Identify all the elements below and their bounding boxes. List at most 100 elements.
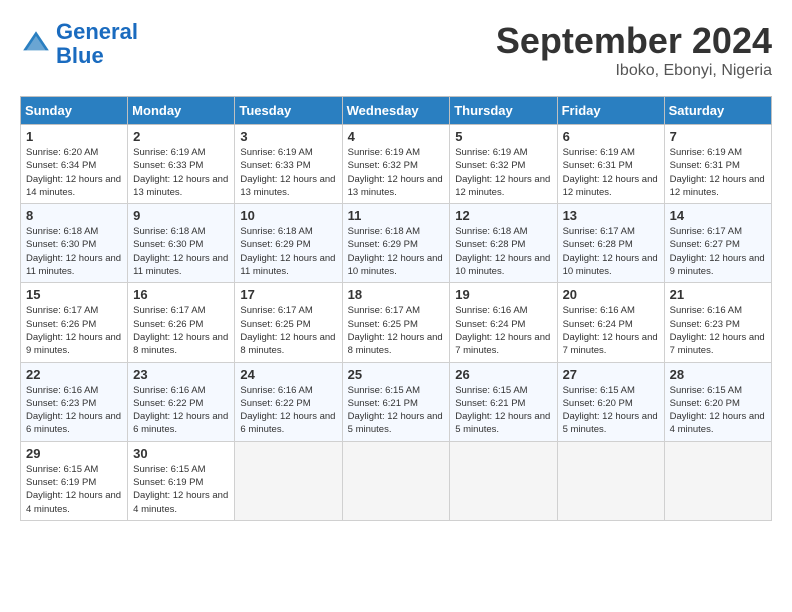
calendar-cell: 10 Sunrise: 6:18 AMSunset: 6:29 PMDayligh…	[235, 204, 342, 283]
calendar-cell	[557, 441, 664, 520]
calendar-cell: 21Sunrise: 6:16 AMSunset: 6:23 PMDayligh…	[664, 283, 771, 362]
day-header-thursday: Thursday	[450, 97, 557, 125]
cell-info: Sunrise: 6:17 AMSunset: 6:25 PMDaylight:…	[240, 304, 336, 357]
day-number: 22	[26, 367, 122, 382]
day-number: 30	[133, 446, 229, 461]
day-number: 21	[670, 287, 766, 302]
calendar-header-row: SundayMondayTuesdayWednesdayThursdayFrid…	[21, 97, 772, 125]
calendar-cell	[235, 441, 342, 520]
location: Iboko, Ebonyi, Nigeria	[496, 62, 772, 80]
cell-info: Sunrise: 6:16 AMSunset: 6:23 PMDaylight:…	[26, 384, 122, 437]
day-number: 3	[240, 129, 336, 144]
cell-info: Sunrise: 6:17 AMSunset: 6:26 PMDaylight:…	[133, 304, 229, 357]
cell-info: Sunrise: 6:17 AMSunset: 6:25 PMDaylight:…	[348, 304, 445, 357]
calendar-cell: 8 Sunrise: 6:18 AMSunset: 6:30 PMDaylight…	[21, 204, 128, 283]
calendar-cell: 1Sunrise: 6:20 AMSunset: 6:34 PMDaylight…	[21, 125, 128, 204]
day-number: 23	[133, 367, 229, 382]
calendar-cell	[450, 441, 557, 520]
day-number: 13	[563, 208, 659, 223]
cell-info: Sunrise: 6:19 AMSunset: 6:33 PMDaylight:…	[133, 146, 229, 199]
day-number: 28	[670, 367, 766, 382]
calendar-week-row: 22 Sunrise: 6:16 AMSunset: 6:23 PMDayligh…	[21, 362, 772, 441]
calendar-week-row: 15 Sunrise: 6:17 AMSunset: 6:26 PMDayligh…	[21, 283, 772, 362]
cell-info: Sunrise: 6:16 AMSunset: 6:24 PMDaylight:…	[563, 304, 659, 357]
day-number: 18	[348, 287, 445, 302]
day-number: 15	[26, 287, 122, 302]
calendar-cell: 2 Sunrise: 6:19 AMSunset: 6:33 PMDaylight…	[128, 125, 235, 204]
logo-line1: General	[56, 19, 138, 44]
calendar-week-row: 1Sunrise: 6:20 AMSunset: 6:34 PMDaylight…	[21, 125, 772, 204]
day-number: 7	[670, 129, 766, 144]
day-header-saturday: Saturday	[664, 97, 771, 125]
cell-info: Sunrise: 6:15 AMSunset: 6:20 PMDaylight:…	[563, 384, 659, 437]
calendar-cell: 9Sunrise: 6:18 AMSunset: 6:30 PMDaylight…	[128, 204, 235, 283]
calendar-cell: 15 Sunrise: 6:17 AMSunset: 6:26 PMDayligh…	[21, 283, 128, 362]
day-header-tuesday: Tuesday	[235, 97, 342, 125]
calendar-cell: 14 Sunrise: 6:17 AMSunset: 6:27 PMDayligh…	[664, 204, 771, 283]
cell-info: Sunrise: 6:18 AMSunset: 6:30 PMDaylight:…	[26, 225, 122, 278]
cell-info: Sunrise: 6:16 AMSunset: 6:24 PMDaylight:…	[455, 304, 551, 357]
cell-info: Sunrise: 6:15 AMSunset: 6:21 PMDaylight:…	[455, 384, 551, 437]
cell-info: Sunrise: 6:17 AMSunset: 6:26 PMDaylight:…	[26, 304, 122, 357]
cell-info: Sunrise: 6:18 AMSunset: 6:28 PMDaylight:…	[455, 225, 551, 278]
calendar-cell: 30 Sunrise: 6:15 AMSunset: 6:19 PMDayligh…	[128, 441, 235, 520]
logo: General Blue	[20, 20, 138, 68]
page-header: General Blue September 2024 Iboko, Ebony…	[20, 20, 772, 80]
day-header-sunday: Sunday	[21, 97, 128, 125]
cell-info: Sunrise: 6:18 AMSunset: 6:30 PMDaylight:…	[133, 225, 229, 278]
calendar-cell: 18 Sunrise: 6:17 AMSunset: 6:25 PMDayligh…	[342, 283, 450, 362]
cell-info: Sunrise: 6:19 AMSunset: 6:33 PMDaylight:…	[240, 146, 336, 199]
calendar-cell: 16 Sunrise: 6:17 AMSunset: 6:26 PMDayligh…	[128, 283, 235, 362]
day-header-friday: Friday	[557, 97, 664, 125]
calendar-cell: 19 Sunrise: 6:16 AMSunset: 6:24 PMDayligh…	[450, 283, 557, 362]
cell-info: Sunrise: 6:19 AMSunset: 6:31 PMDaylight:…	[563, 146, 659, 199]
cell-info: Sunrise: 6:18 AMSunset: 6:29 PMDaylight:…	[240, 225, 336, 278]
cell-info: Sunrise: 6:15 AMSunset: 6:21 PMDaylight:…	[348, 384, 445, 437]
day-number: 5	[455, 129, 551, 144]
month-title: September 2024	[496, 20, 772, 62]
calendar-cell	[342, 441, 450, 520]
cell-info: Sunrise: 6:19 AMSunset: 6:31 PMDaylight:…	[670, 146, 766, 199]
calendar-cell: 4Sunrise: 6:19 AMSunset: 6:32 PMDaylight…	[342, 125, 450, 204]
day-number: 19	[455, 287, 551, 302]
calendar-cell: 12 Sunrise: 6:18 AMSunset: 6:28 PMDayligh…	[450, 204, 557, 283]
day-number: 26	[455, 367, 551, 382]
cell-info: Sunrise: 6:17 AMSunset: 6:27 PMDaylight:…	[670, 225, 766, 278]
cell-info: Sunrise: 6:15 AMSunset: 6:20 PMDaylight:…	[670, 384, 766, 437]
calendar-week-row: 29 Sunrise: 6:15 AMSunset: 6:19 PMDayligh…	[21, 441, 772, 520]
calendar-cell: 23 Sunrise: 6:16 AMSunset: 6:22 PMDayligh…	[128, 362, 235, 441]
calendar-cell: 17Sunrise: 6:17 AMSunset: 6:25 PMDayligh…	[235, 283, 342, 362]
calendar-cell: 7 Sunrise: 6:19 AMSunset: 6:31 PMDaylight…	[664, 125, 771, 204]
day-number: 24	[240, 367, 336, 382]
cell-info: Sunrise: 6:16 AMSunset: 6:22 PMDaylight:…	[240, 384, 336, 437]
cell-info: Sunrise: 6:15 AMSunset: 6:19 PMDaylight:…	[26, 463, 122, 516]
calendar-table: SundayMondayTuesdayWednesdayThursdayFrid…	[20, 96, 772, 521]
calendar-cell: 29 Sunrise: 6:15 AMSunset: 6:19 PMDayligh…	[21, 441, 128, 520]
calendar-cell: 11Sunrise: 6:18 AMSunset: 6:29 PMDayligh…	[342, 204, 450, 283]
calendar-cell: 28 Sunrise: 6:15 AMSunset: 6:20 PMDayligh…	[664, 362, 771, 441]
logo-text: General Blue	[56, 20, 138, 68]
day-number: 2	[133, 129, 229, 144]
day-number: 25	[348, 367, 445, 382]
cell-info: Sunrise: 6:19 AMSunset: 6:32 PMDaylight:…	[348, 146, 445, 199]
cell-info: Sunrise: 6:15 AMSunset: 6:19 PMDaylight:…	[133, 463, 229, 516]
cell-info: Sunrise: 6:17 AMSunset: 6:28 PMDaylight:…	[563, 225, 659, 278]
day-number: 27	[563, 367, 659, 382]
calendar-cell: 27 Sunrise: 6:15 AMSunset: 6:20 PMDayligh…	[557, 362, 664, 441]
day-number: 12	[455, 208, 551, 223]
day-header-monday: Monday	[128, 97, 235, 125]
cell-info: Sunrise: 6:16 AMSunset: 6:22 PMDaylight:…	[133, 384, 229, 437]
day-number: 8	[26, 208, 122, 223]
calendar-cell: 22 Sunrise: 6:16 AMSunset: 6:23 PMDayligh…	[21, 362, 128, 441]
logo-line2: Blue	[56, 43, 104, 68]
day-header-wednesday: Wednesday	[342, 97, 450, 125]
day-number: 10	[240, 208, 336, 223]
day-number: 20	[563, 287, 659, 302]
day-number: 14	[670, 208, 766, 223]
calendar-cell	[664, 441, 771, 520]
title-block: September 2024 Iboko, Ebonyi, Nigeria	[496, 20, 772, 80]
day-number: 11	[348, 208, 445, 223]
cell-info: Sunrise: 6:19 AMSunset: 6:32 PMDaylight:…	[455, 146, 551, 199]
day-number: 29	[26, 446, 122, 461]
day-number: 16	[133, 287, 229, 302]
